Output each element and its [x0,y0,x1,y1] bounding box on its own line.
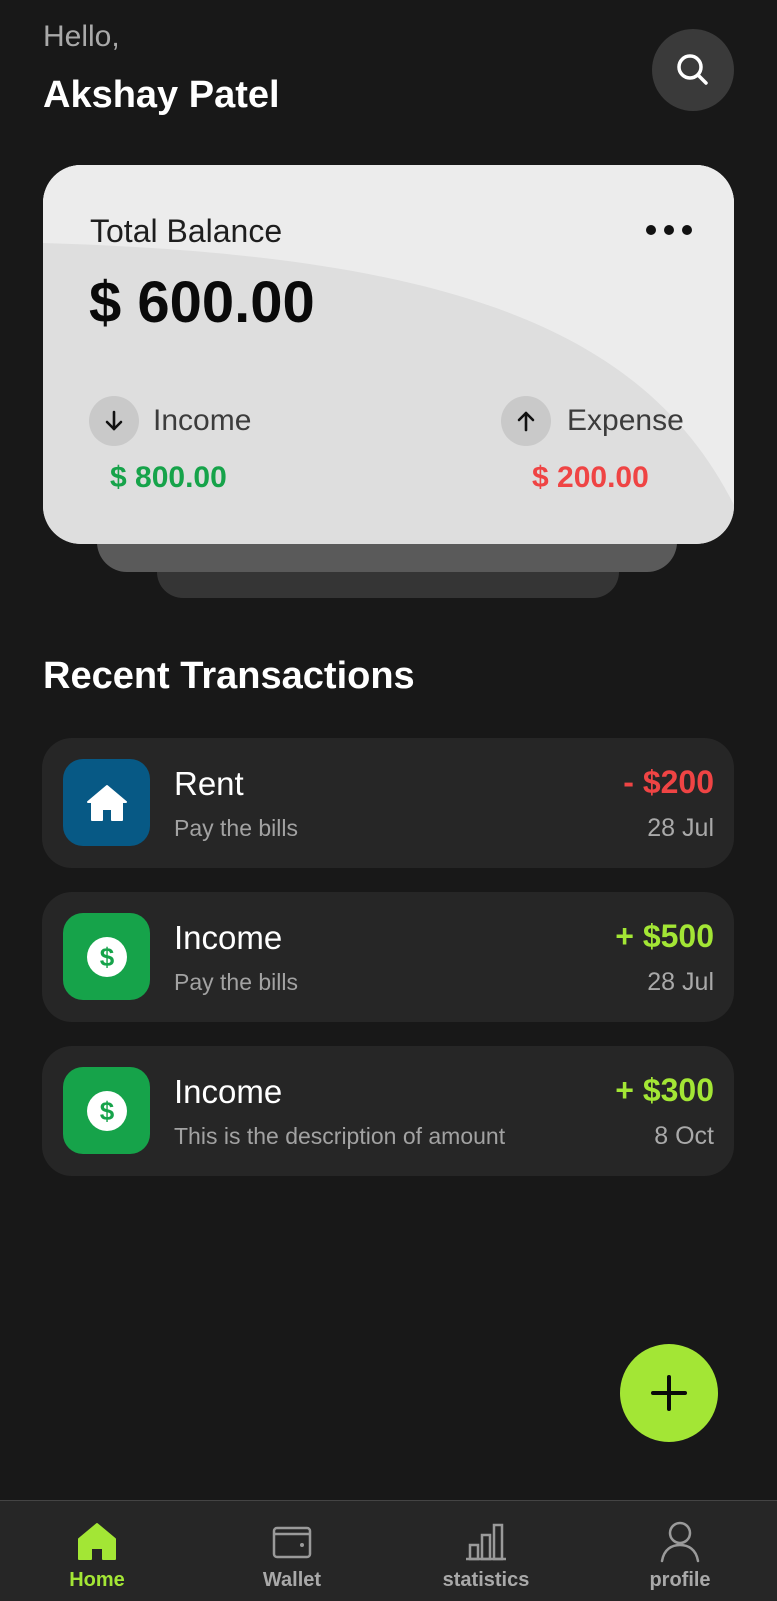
search-button[interactable] [652,29,734,111]
section-title: Recent Transactions [43,655,415,697]
transaction-name: Income [174,919,283,956]
transaction-amount: + $300 [615,1072,714,1108]
transaction-date: 28 Jul [647,814,714,842]
user-icon [660,1521,700,1563]
balance-card[interactable]: Total Balance $ 600.00 Income $ 800.00 E… [43,165,734,544]
arrow-up-icon [501,396,551,446]
greeting-text: Hello, [43,20,120,53]
add-transaction-button[interactable] [620,1344,718,1442]
home-icon [78,1523,116,1560]
nav-label: profile [649,1569,711,1591]
transaction-item[interactable]: Rent Pay the bills - $200 28 Jul [42,738,734,868]
arrow-down-icon [89,396,139,446]
balance-amount: $ 600.00 [89,270,315,335]
nav-item-wallet[interactable]: Wallet [217,1501,367,1601]
expense-label: Expense [567,404,684,437]
svg-text:$: $ [99,1096,114,1126]
income-label: Income [153,404,252,437]
bar-chart-icon [466,1523,506,1561]
income-amount: $ 800.00 [110,461,227,494]
plus-icon [651,1375,687,1411]
user-name: Akshay Patel [43,74,280,116]
transaction-description: Pay the bills [174,815,299,841]
transaction-amount: - $200 [623,764,714,800]
nav-item-profile[interactable]: profile [605,1501,755,1601]
nav-item-statistics[interactable]: statistics [411,1501,561,1601]
dollar-icon: $ [63,1067,150,1154]
transaction-item[interactable]: $ Income This is the description of amou… [42,1046,734,1176]
search-icon [677,54,708,85]
nav-item-home[interactable]: Home [22,1501,172,1601]
more-horizontal-icon[interactable] [646,215,692,245]
home-icon [63,759,150,846]
nav-label: Wallet [262,1569,322,1591]
svg-text:$: $ [99,942,114,972]
dollar-icon: $ [63,913,150,1000]
transaction-description: This is the description of amount [174,1123,506,1149]
transaction-date: 8 Oct [654,1122,714,1150]
transaction-item[interactable]: $ Income Pay the bills + $500 28 Jul [42,892,734,1022]
transaction-date: 28 Jul [647,968,714,996]
transaction-description: Pay the bills [174,969,299,995]
balance-title: Total Balance [90,213,283,249]
wallet-icon [272,1526,312,1559]
bottom-nav: Home Wallet statistics profile [0,1500,777,1601]
transaction-name: Income [174,1073,283,1110]
nav-label: statistics [442,1569,530,1591]
nav-label: Home [69,1569,125,1591]
transaction-amount: + $500 [615,918,714,954]
transaction-name: Rent [174,765,244,802]
expense-amount: $ 200.00 [532,461,649,494]
